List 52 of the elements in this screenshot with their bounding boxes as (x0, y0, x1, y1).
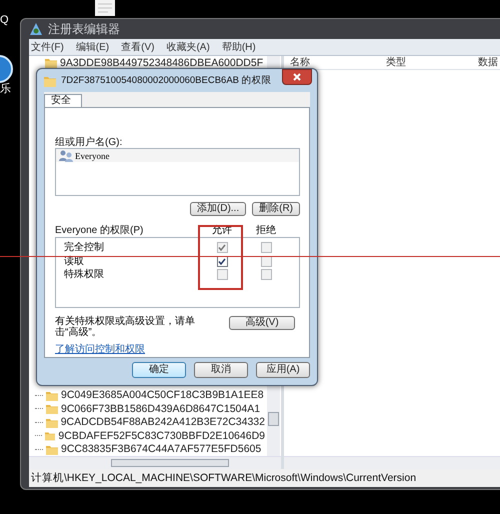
menu-item[interactable]: 文件(F) (31, 40, 64, 54)
column-header[interactable]: 类型 (380, 57, 472, 69)
user-item[interactable]: Everyone (75, 150, 110, 160)
desktop-icon-label[interactable]: 乐 (0, 83, 11, 96)
button[interactable]: 取消 (194, 362, 248, 378)
scroll-thumb[interactable] (268, 412, 279, 426)
close-button[interactable] (282, 69, 312, 85)
checkbox[interactable] (216, 256, 228, 267)
status-bar: 计算机\HKEY_LOCAL_MACHINE\SOFTWARE\Microsoft\Windows\CurrentVersion (29, 469, 500, 487)
highlight-box (198, 225, 243, 290)
folder-icon (45, 57, 57, 68)
permission-name: 特殊权限 (63, 269, 105, 280)
folder-icon (46, 403, 58, 414)
field-label: Everyone 的权限(P) (55, 224, 144, 236)
registry-app-icon (29, 22, 43, 36)
folder-icon (46, 444, 58, 455)
tree-item[interactable]: 9CADCDB54F88AB242A412B3E72C34332 (60, 416, 265, 428)
menu-item[interactable]: 查看(V) (121, 40, 154, 54)
horizontal-scrollbar[interactable] (29, 456, 281, 469)
field-label: 组或用户名(G): (55, 137, 124, 148)
button[interactable]: 删除(R) (252, 202, 300, 216)
button[interactable]: 应用(A) (256, 362, 310, 378)
dialog-title: 7D2F387510054080002000060BECB6AB 的权限 (61, 74, 272, 87)
tree-item[interactable]: 9A3DDE98B449752348486DBEA600DD5F (60, 56, 264, 69)
column-header: 拒绝 (255, 224, 277, 236)
menu-item[interactable]: 收藏夹(A) (166, 40, 210, 54)
tree-item[interactable]: 9C066F73BB1586D439A6D8647C1504A1 (61, 402, 260, 415)
menu-item[interactable]: 帮助(H) (222, 40, 256, 54)
permission-name: 完全控制 (63, 242, 105, 254)
close-icon (293, 73, 301, 81)
desktop-icon-label[interactable]: Q (0, 14, 9, 27)
tree-item[interactable]: 9CC83835F3B674C44A7AF577E5FD5605 (61, 443, 262, 456)
column-header[interactable]: 数据 (472, 57, 498, 69)
tree-item[interactable]: 9CBDAFEF52F5C83C730BBFD2E10646D9 (58, 430, 265, 442)
note-text: 有关特殊权限或高级设置，请单击“高级”。 (55, 316, 196, 338)
button[interactable]: 添加(D)... (190, 202, 246, 216)
folder-icon (44, 430, 56, 442)
tab[interactable]: 安全 (44, 94, 82, 107)
folder-icon (46, 416, 58, 428)
advanced-button[interactable]: 高级(V) (229, 316, 295, 330)
document-icon (95, 0, 115, 16)
scroll-thumb[interactable] (111, 459, 229, 467)
window-title: 注册表编辑器 (48, 20, 120, 38)
users-icon (59, 150, 73, 162)
folder-icon (46, 390, 58, 401)
help-link[interactable]: 了解访问控制和权限 (55, 344, 145, 355)
column-header[interactable]: 名称 (284, 57, 380, 69)
horizontal-scrollbar[interactable] (284, 456, 500, 469)
tree-item[interactable]: 9C049E3685A004C50CF18C3B9B1A1EE8 (61, 389, 264, 402)
button[interactable]: 确定 (132, 362, 186, 378)
menu-item[interactable]: 编辑(E) (76, 40, 110, 54)
folder-icon (44, 74, 56, 86)
